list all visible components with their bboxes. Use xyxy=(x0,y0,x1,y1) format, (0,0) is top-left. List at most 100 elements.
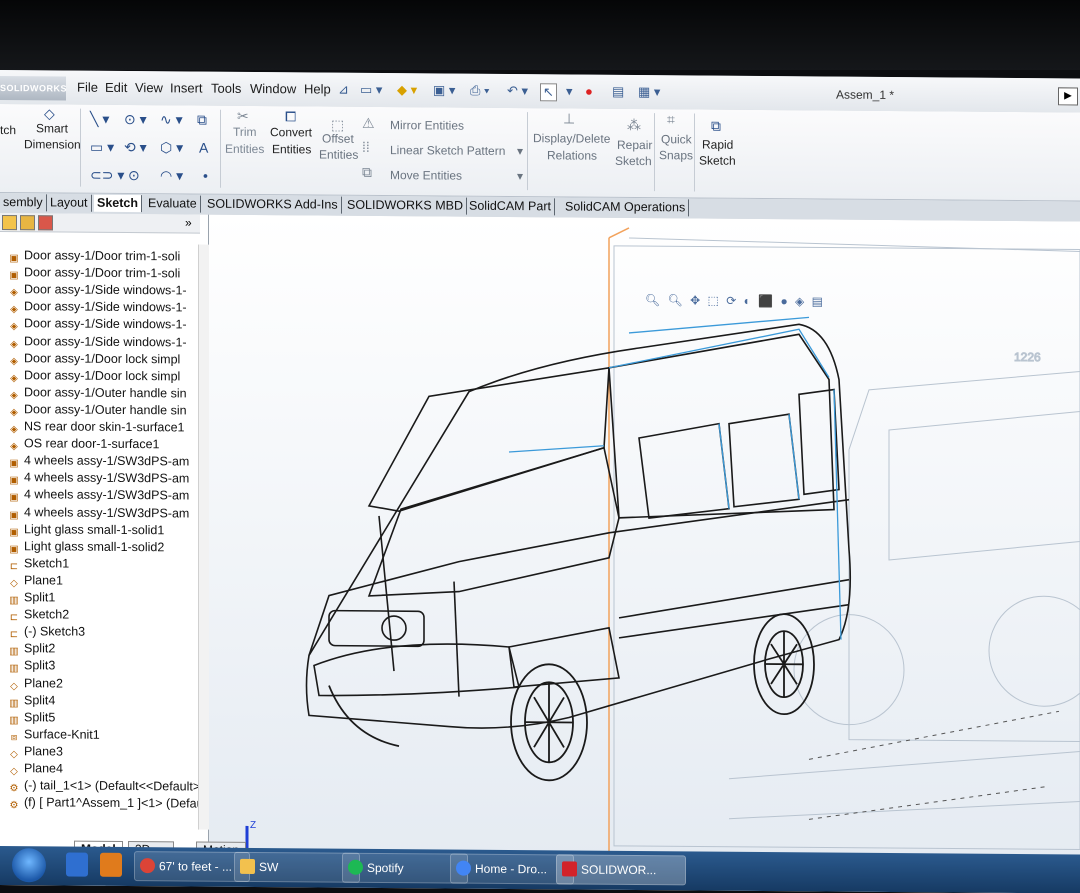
tab-sketch[interactable]: Sketch xyxy=(94,195,142,212)
tree-item[interactable]: ⊏Sketch1 xyxy=(8,555,69,572)
undo-icon[interactable]: ↶ ▾ xyxy=(507,83,528,99)
new-document-icon[interactable]: ▭ ▾ xyxy=(360,82,382,98)
tree-item[interactable]: ◈Door assy-1/Side windows-1- xyxy=(8,281,187,299)
move-entities-dropdown-icon[interactable]: ▾ xyxy=(517,168,523,184)
tree-item[interactable]: ◈Door assy-1/Door lock simpl xyxy=(8,367,180,385)
panel-collapse-icon[interactable]: » xyxy=(185,215,192,229)
feature-manager-tab-icon[interactable] xyxy=(2,215,17,230)
tree-item[interactable]: ▥Split4 xyxy=(8,692,55,709)
sketch-fillet-icon[interactable]: ⧉ xyxy=(197,112,207,129)
display-delete-relations-line1[interactable]: Display/Delete xyxy=(533,130,610,147)
taskbar-solidworks[interactable]: SOLIDWOR... xyxy=(556,854,686,885)
sketch-button-label[interactable]: tch xyxy=(0,122,16,138)
convert-entities-line1[interactable]: Convert xyxy=(270,124,312,140)
quick-snaps-line1[interactable]: Quick xyxy=(661,131,692,147)
taskbar-chrome[interactable]: 67' to feet - ... xyxy=(134,851,250,882)
rebuild-icon[interactable]: ● xyxy=(585,84,593,99)
tree-item[interactable]: ▣4 wheels assy-1/SW3dPS-am xyxy=(8,486,189,504)
tree-item[interactable]: ◇Plane4 xyxy=(8,760,63,777)
smart-dimension-line2[interactable]: Dimension xyxy=(24,136,81,152)
tree-item[interactable]: ◈Door assy-1/Side windows-1- xyxy=(8,315,187,333)
print-icon[interactable]: ⎙ ▾ xyxy=(470,83,489,99)
menu-edit[interactable]: Edit xyxy=(105,80,127,95)
tree-item[interactable]: ▣4 wheels assy-1/SW3dPS-am xyxy=(8,504,189,522)
quick-snaps-line2[interactable]: Snaps xyxy=(659,147,693,163)
ellipse-tool-icon[interactable]: ◠ ▾ xyxy=(160,167,183,184)
tree-item[interactable]: ▣Door assy-1/Door trim-1-soli xyxy=(8,264,180,282)
menu-view[interactable]: View xyxy=(135,80,163,95)
open-icon[interactable]: ◆ ▾ xyxy=(397,82,417,98)
tree-item[interactable]: ▣4 wheels assy-1/SW3dPS-am xyxy=(8,469,189,487)
tree-item[interactable]: ⧈Surface-Knit1 xyxy=(8,726,100,744)
tab-solidworks-add-ins[interactable]: SOLIDWORKS Add-Ins xyxy=(204,196,342,214)
text-tool-icon[interactable]: A xyxy=(199,140,208,156)
rapid-sketch-line1[interactable]: Rapid xyxy=(702,137,733,153)
tree-item[interactable]: ◇Plane2 xyxy=(8,675,63,692)
offset-entities-line2[interactable]: Entities xyxy=(319,147,358,163)
circle-tool-icon[interactable]: ⊙ ▾ xyxy=(124,111,147,128)
search-help-icon[interactable]: ▶ xyxy=(1058,87,1078,105)
heads-up-view-toolbar[interactable]: 🔍︎ 🔍︎ ✥ ⬚ ⟳ ◐ ⬛ ● ◈ ▤ xyxy=(645,293,825,308)
polygon-tool-icon[interactable]: ⬡ ▾ xyxy=(160,139,183,156)
trim-entities-line2[interactable]: Entities xyxy=(225,141,264,157)
tree-item[interactable]: ⊏Sketch2 xyxy=(8,606,69,623)
graphics-area[interactable]: 1226 xyxy=(209,215,1080,862)
tree-item[interactable]: ▥Split5 xyxy=(8,709,55,726)
start-button-icon[interactable] xyxy=(12,848,46,882)
tab-solidworks-mbd[interactable]: SOLIDWORKS MBD xyxy=(344,197,467,215)
arc-tool-icon[interactable]: ⟲ ▾ xyxy=(124,139,147,156)
tab-evaluate[interactable]: Evaluate xyxy=(145,195,201,212)
convert-entities-line2[interactable]: Entities xyxy=(272,141,311,157)
tab-solidcam-part[interactable]: SolidCAM Part xyxy=(466,198,555,216)
mirror-entities-label[interactable]: Mirror Entities xyxy=(390,117,464,134)
linear-sketch-pattern-label[interactable]: Linear Sketch Pattern xyxy=(390,142,505,159)
tree-item[interactable]: ▥Split3 xyxy=(8,657,55,674)
media-player-icon[interactable] xyxy=(100,853,122,877)
slot-tool-icon[interactable]: ⊂⊃ ▾ xyxy=(90,167,124,184)
tree-item[interactable]: ◈Door assy-1/Side windows-1- xyxy=(8,298,187,316)
tree-item[interactable]: ◈Door assy-1/Side windows-1- xyxy=(8,333,187,351)
tree-item[interactable]: ◈Door assy-1/Outer handle sin xyxy=(8,384,187,402)
offset-entities-line1[interactable]: Offset xyxy=(322,131,354,147)
line-tool-icon[interactable]: ╲ ▾ xyxy=(90,111,109,128)
tree-item[interactable]: ◈Door assy-1/Outer handle sin xyxy=(8,401,187,419)
tree-item[interactable]: ◈NS rear door skin-1-surface1 xyxy=(8,418,184,436)
tree-item[interactable]: ◇Plane1 xyxy=(8,572,63,589)
smart-dimension-line1[interactable]: Smart xyxy=(36,120,68,136)
rapid-sketch-line2[interactable]: Sketch xyxy=(699,152,736,168)
pin-icon[interactable]: ⊿ xyxy=(338,82,349,98)
tree-item[interactable]: ◈OS rear door-1-surface1 xyxy=(8,435,159,453)
tree-item[interactable]: ▥Split2 xyxy=(8,640,55,657)
point-tool-icon[interactable]: ⊙ xyxy=(128,167,140,184)
trim-entities-line1[interactable]: Trim xyxy=(233,124,257,140)
tree-item[interactable]: ⊏(-) Sketch3 xyxy=(8,623,85,641)
internet-explorer-icon[interactable] xyxy=(66,853,88,877)
property-manager-tab-icon[interactable] xyxy=(20,215,35,230)
tree-item[interactable]: ▣Door assy-1/Door trim-1-soli xyxy=(8,247,180,265)
tree-scrollbar[interactable] xyxy=(198,245,209,830)
tree-item[interactable]: ◈Door assy-1/Door lock simpl xyxy=(8,350,180,368)
display-manager-tab-icon[interactable] xyxy=(38,215,53,230)
display-delete-relations-line2[interactable]: Relations xyxy=(547,147,597,163)
tree-item[interactable]: ▣4 wheels assy-1/SW3dPS-am xyxy=(8,452,189,470)
tab-layout[interactable]: Layout xyxy=(47,194,92,211)
spline-tool-icon[interactable]: ∿ ▾ xyxy=(160,111,183,128)
select-cursor-icon[interactable]: ↖ xyxy=(540,83,557,101)
save-icon[interactable]: ▣ ▾ xyxy=(433,82,455,98)
point-icon[interactable]: • xyxy=(203,168,208,184)
rectangle-tool-icon[interactable]: ▭ ▾ xyxy=(90,139,114,156)
tree-item[interactable]: ⚙(f) [ Part1^Assem_1 ]<1> (Defau xyxy=(8,794,204,813)
tree-item[interactable]: ◇Plane3 xyxy=(8,743,63,760)
tree-item[interactable]: ⚙(-) tail_1<1> (Default<<Default> xyxy=(8,777,200,796)
tree-item[interactable]: ▥Split1 xyxy=(8,589,55,606)
tree-item[interactable]: ▣Light glass small-1-solid1 xyxy=(8,521,164,539)
file-properties-icon[interactable]: ▤ xyxy=(612,84,624,100)
repair-sketch-line2[interactable]: Sketch xyxy=(615,153,652,169)
menu-tools[interactable]: Tools xyxy=(211,81,241,96)
options-icon[interactable]: ▦ ▾ xyxy=(638,84,660,100)
linear-pattern-dropdown-icon[interactable]: ▾ xyxy=(517,143,523,159)
tab-assembly[interactable]: sembly xyxy=(0,194,47,211)
select-dropdown-icon[interactable]: ▾ xyxy=(566,83,573,99)
repair-sketch-line1[interactable]: Repair xyxy=(617,137,652,153)
tab-solidcam-operations[interactable]: SolidCAM Operations xyxy=(562,198,689,216)
